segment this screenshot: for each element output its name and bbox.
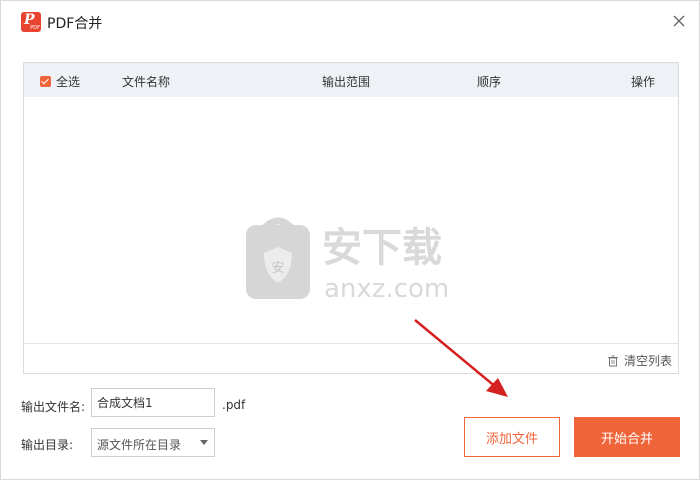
- file-list-table: 全选 文件名称 输出范围 顺序 操作 安 安下载 anxz.com 清空列表: [23, 62, 679, 374]
- pdf-merge-dialog: P PDF PDF合并 全选 文件名称 输出范围 顺序 操作 安 安下载 anx…: [0, 0, 700, 480]
- watermark-badge-text: 安: [271, 261, 284, 276]
- table-footer: 清空列表: [24, 343, 678, 373]
- column-header-filename: 文件名称: [122, 75, 171, 89]
- shield-bag-icon: [246, 217, 310, 299]
- column-header-output-range: 输出范围: [322, 75, 371, 89]
- select-all-checkbox[interactable]: 全选: [40, 73, 80, 90]
- watermark-brand-text: 安下载: [322, 225, 442, 271]
- dialog-title: PDF合并: [47, 16, 103, 32]
- clear-list-button[interactable]: 清空列表: [607, 352, 672, 369]
- output-directory-dropdown[interactable]: 源文件所在目录: [91, 428, 215, 457]
- table-header: 全选 文件名称 输出范围 顺序 操作: [24, 63, 678, 97]
- watermark-logo: 安 安下载 anxz.com: [246, 217, 449, 304]
- add-file-button[interactable]: 添加文件: [464, 417, 560, 457]
- select-all-label: 全选: [56, 75, 81, 89]
- clear-list-label: 清空列表: [623, 354, 672, 368]
- start-merge-button[interactable]: 开始合并: [574, 417, 680, 457]
- file-extension-label: .pdf: [222, 398, 246, 412]
- dropdown-caret-icon: [200, 440, 208, 445]
- column-header-order: 顺序: [477, 75, 502, 89]
- output-directory-value: 源文件所在目录: [97, 438, 182, 452]
- title-bar: P PDF PDF合并: [1, 1, 699, 41]
- column-header-actions: 操作: [631, 75, 656, 89]
- logo-small-text: PDF: [30, 25, 40, 31]
- close-icon: [673, 15, 685, 27]
- file-list-body: 安 安下载 anxz.com: [24, 97, 678, 343]
- checkbox-checked-icon[interactable]: [40, 76, 51, 87]
- output-filename-input[interactable]: [91, 388, 215, 417]
- output-directory-label: 输出目录:: [21, 438, 74, 452]
- close-button[interactable]: [671, 13, 687, 29]
- trash-icon: [607, 355, 618, 366]
- output-filename-label: 输出文件名:: [21, 400, 86, 414]
- watermark-domain-text: anxz.com: [324, 274, 449, 304]
- app-logo-icon: P PDF: [21, 12, 41, 32]
